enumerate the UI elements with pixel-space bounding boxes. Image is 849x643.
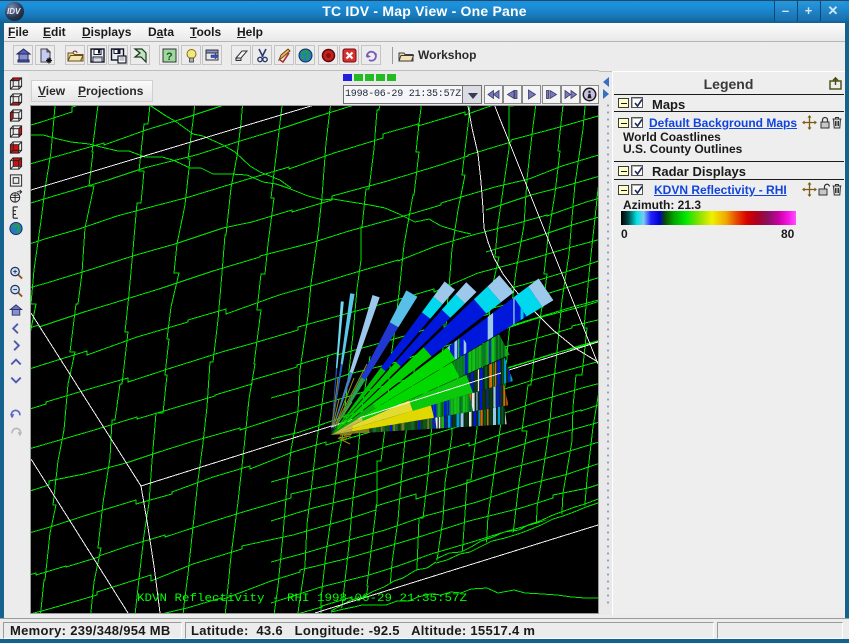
- svg-text:?: ?: [166, 51, 173, 63]
- svg-text:KDVN Reflectivity - RHI 1998-0: KDVN Reflectivity - RHI 1998-06-29 21:35…: [137, 593, 467, 605]
